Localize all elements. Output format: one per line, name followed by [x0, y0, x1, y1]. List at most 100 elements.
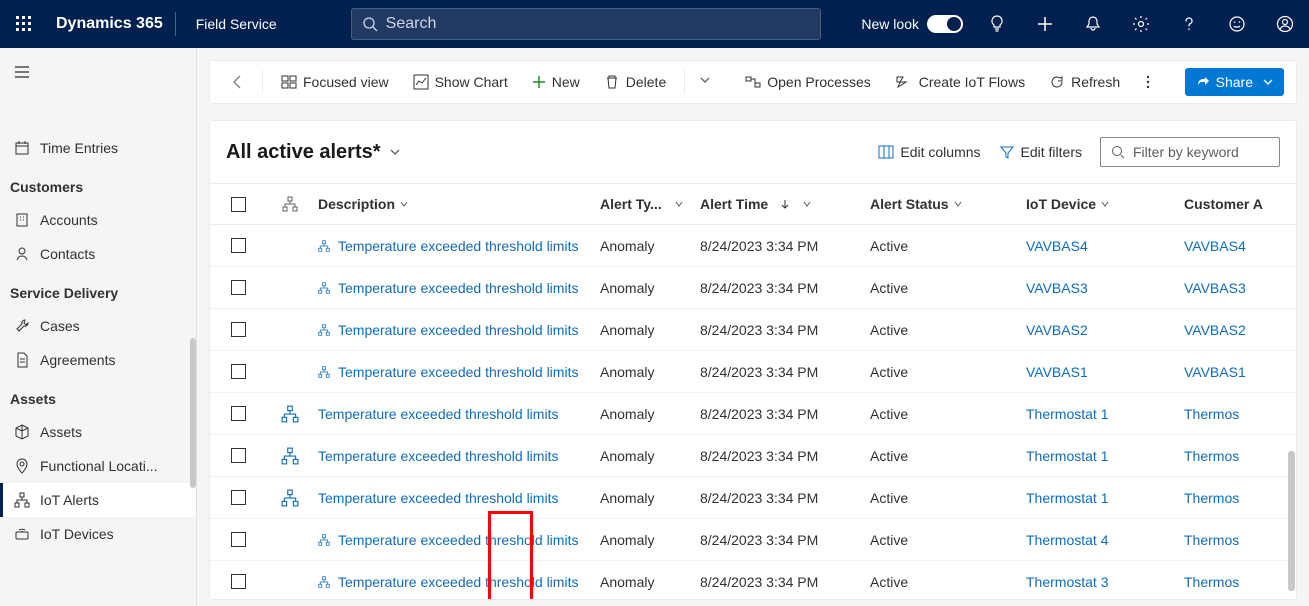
row-checkbox[interactable] [210, 406, 266, 421]
gear-icon[interactable] [1117, 0, 1165, 48]
iot-device-link[interactable]: Thermostat 1 [1026, 448, 1108, 464]
description-link[interactable]: Temperature exceeded threshold limits [338, 238, 578, 254]
app-name[interactable]: Field Service [180, 16, 293, 32]
description-link[interactable]: Temperature exceeded threshold limits [338, 364, 578, 380]
focused-view-button[interactable]: Focused view [271, 68, 399, 96]
share-button[interactable]: Share [1185, 68, 1284, 96]
table-row[interactable]: Temperature exceeded threshold limitsAno… [210, 351, 1296, 393]
hierarchy-icon[interactable] [318, 366, 330, 378]
sidebar-item-accounts[interactable]: Accounts [0, 203, 196, 237]
customer-asset-link[interactable]: Thermos [1184, 574, 1239, 590]
back-button[interactable] [222, 66, 254, 98]
iot-device-link[interactable]: VAVBAS1 [1026, 364, 1088, 380]
new-look-toggle[interactable]: New look [851, 15, 973, 33]
iot-device-link[interactable]: Thermostat 3 [1026, 574, 1108, 590]
table-row[interactable]: Temperature exceeded threshold limitsAno… [210, 519, 1296, 561]
column-iot-device[interactable]: IoT Device [1026, 196, 1184, 212]
description-link[interactable]: Temperature exceeded threshold limits [338, 322, 578, 338]
table-row[interactable]: Temperature exceeded threshold limitsAno… [210, 393, 1296, 435]
new-button[interactable]: New [522, 68, 590, 96]
refresh-button[interactable]: Refresh [1039, 68, 1130, 96]
customer-asset-link[interactable]: Thermos [1184, 448, 1239, 464]
more-commands-icon[interactable] [1136, 68, 1160, 96]
hierarchy-icon[interactable] [318, 576, 330, 588]
customer-asset-link[interactable]: Thermos [1184, 532, 1239, 548]
view-selector[interactable]: All active alerts* [226, 141, 401, 164]
hierarchy-icon[interactable] [318, 534, 330, 546]
edit-filters-button[interactable]: Edit filters [999, 144, 1082, 160]
iot-device-link[interactable]: VAVBAS4 [1026, 238, 1088, 254]
table-row[interactable]: Temperature exceeded threshold limitsAno… [210, 267, 1296, 309]
description-link[interactable]: Temperature exceeded threshold limits [338, 574, 578, 590]
sidebar-item-assets[interactable]: Assets [0, 415, 196, 449]
sidebar-item-cut[interactable] [0, 97, 196, 131]
row-checkbox[interactable] [210, 448, 266, 463]
edit-columns-button[interactable]: Edit columns [878, 144, 980, 160]
row-checkbox[interactable] [210, 238, 266, 253]
iot-device-link[interactable]: Thermostat 4 [1026, 532, 1108, 548]
sidebar-item-iot-devices[interactable]: IoT Devices [0, 517, 196, 551]
show-chart-button[interactable]: Show Chart [403, 68, 518, 96]
sidebar-item-contacts[interactable]: Contacts [0, 237, 196, 271]
table-row[interactable]: Temperature exceeded threshold limitsAno… [210, 225, 1296, 267]
column-alert-time[interactable]: Alert Time [700, 196, 870, 212]
row-checkbox[interactable] [210, 364, 266, 379]
row-checkbox[interactable] [210, 280, 266, 295]
customer-asset-link[interactable]: VAVBAS3 [1184, 280, 1246, 296]
select-all-checkbox[interactable] [210, 197, 266, 212]
sidebar-item-functional-locations[interactable]: Functional Locati... [0, 449, 196, 483]
column-alert-type[interactable]: Alert Ty... [600, 196, 700, 212]
bell-icon[interactable] [1069, 0, 1117, 48]
table-row[interactable]: Temperature exceeded threshold limitsAno… [210, 561, 1296, 600]
sidebar-item-cases[interactable]: Cases [0, 309, 196, 343]
sidebar-item-time-entries[interactable]: Time Entries [0, 131, 196, 165]
hierarchy-icon[interactable] [318, 324, 330, 336]
sidebar-item-iot-alerts[interactable]: IoT Alerts [0, 483, 196, 517]
lightbulb-icon[interactable] [973, 0, 1021, 48]
description-link[interactable]: Temperature exceeded threshold limits [338, 532, 578, 548]
hamburger-icon[interactable] [0, 58, 196, 91]
open-processes-button[interactable]: Open Processes [735, 68, 881, 96]
smiley-icon[interactable] [1213, 0, 1261, 48]
plus-icon[interactable] [1021, 0, 1069, 48]
column-description[interactable]: Description [314, 196, 600, 212]
hierarchy-column-icon[interactable] [266, 196, 314, 212]
hierarchy-icon[interactable] [266, 489, 314, 507]
global-search[interactable]: Search [351, 8, 821, 40]
iot-device-link[interactable]: VAVBAS2 [1026, 322, 1088, 338]
iot-device-link[interactable]: Thermostat 1 [1026, 406, 1108, 422]
row-checkbox[interactable] [210, 322, 266, 337]
keyword-filter-input[interactable]: Filter by keyword [1100, 137, 1280, 167]
sidebar-scrollbar[interactable] [190, 338, 196, 488]
hierarchy-icon[interactable] [266, 405, 314, 423]
table-row[interactable]: Temperature exceeded threshold limitsAno… [210, 435, 1296, 477]
hierarchy-icon[interactable] [318, 240, 330, 252]
customer-asset-link[interactable]: VAVBAS4 [1184, 238, 1246, 254]
grid-scrollbar[interactable] [1288, 451, 1295, 591]
create-iot-flows-button[interactable]: Create IoT Flows [885, 68, 1035, 96]
description-link[interactable]: Temperature exceeded threshold limits [318, 406, 558, 422]
iot-device-link[interactable]: Thermostat 1 [1026, 490, 1108, 506]
user-icon[interactable] [1261, 0, 1309, 48]
sidebar-item-agreements[interactable]: Agreements [0, 343, 196, 377]
row-checkbox[interactable] [210, 574, 266, 589]
hierarchy-icon[interactable] [318, 282, 330, 294]
customer-asset-link[interactable]: Thermos [1184, 490, 1239, 506]
delete-button[interactable]: Delete [594, 68, 676, 96]
help-icon[interactable] [1165, 0, 1213, 48]
brand-label[interactable]: Dynamics 365 [48, 15, 171, 33]
column-customer-asset[interactable]: Customer A [1184, 196, 1264, 212]
app-launcher-icon[interactable] [0, 16, 48, 32]
description-link[interactable]: Temperature exceeded threshold limits [318, 490, 558, 506]
description-link[interactable]: Temperature exceeded threshold limits [318, 448, 558, 464]
customer-asset-link[interactable]: Thermos [1184, 406, 1239, 422]
description-link[interactable]: Temperature exceeded threshold limits [338, 280, 578, 296]
customer-asset-link[interactable]: VAVBAS2 [1184, 322, 1246, 338]
table-row[interactable]: Temperature exceeded threshold limitsAno… [210, 477, 1296, 519]
overflow-chevron-icon[interactable] [693, 73, 717, 91]
hierarchy-icon[interactable] [266, 447, 314, 465]
customer-asset-link[interactable]: VAVBAS1 [1184, 364, 1246, 380]
iot-device-link[interactable]: VAVBAS3 [1026, 280, 1088, 296]
column-alert-status[interactable]: Alert Status [870, 196, 1026, 212]
row-checkbox[interactable] [210, 490, 266, 505]
